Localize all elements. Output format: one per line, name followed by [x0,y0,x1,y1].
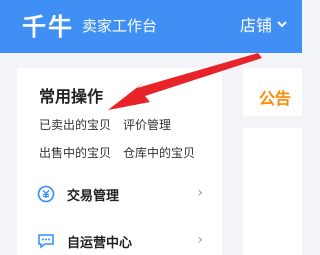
transaction-icon [37,185,55,203]
chevron-right-icon: › [197,232,203,248]
app-logo: 千牛 [22,13,74,41]
side-panel [243,128,302,255]
announcement-card: 公告 [243,68,302,116]
quick-link-items-on-sale[interactable]: 出售中的宝贝 [39,144,111,161]
quick-link-sold-items[interactable]: 已卖出的宝贝 [39,116,111,133]
menu-item-transaction-management[interactable]: 交易管理 › [37,181,217,207]
announcement-title: 公告 [259,89,292,108]
section-title: 常用操作 [39,87,104,106]
chevron-down-icon [277,21,287,28]
quick-link-review-management[interactable]: 评价管理 [123,116,171,133]
menu-label: 交易管理 [67,188,120,204]
store-menu-button[interactable]: 店铺 [240,12,288,36]
common-operations-card: 常用操作 已卖出的宝贝 评价管理 出售中的宝贝 仓库中的宝贝 交易管理 › 自运… [17,68,222,255]
app-subtitle: 卖家工作台 [82,17,158,35]
store-label: 店铺 [239,16,272,35]
menu-item-self-operation-center[interactable]: 自运营中心 › [37,228,217,254]
chat-icon [38,234,54,249]
quick-link-items-in-warehouse[interactable]: 仓库中的宝贝 [123,144,195,161]
chevron-right-icon: › [197,185,203,201]
menu-label: 自运营中心 [67,235,133,251]
header-bar: 千牛 卖家工作台 店铺 [0,0,302,53]
